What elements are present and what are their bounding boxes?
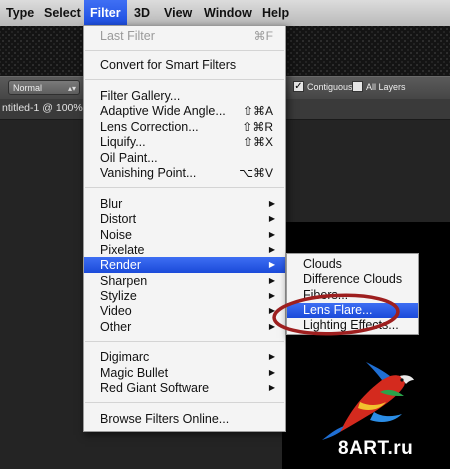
menu-separator	[85, 79, 284, 80]
menu-item-liquify[interactable]: Liquify... ⇧⌘X	[84, 134, 285, 150]
menu-separator	[85, 187, 284, 188]
submenu-item-lens-flare[interactable]: Lens Flare...	[287, 303, 418, 318]
menu-item-label: Lens Flare...	[303, 303, 373, 317]
menu-select[interactable]: Select	[38, 0, 87, 26]
menu-item-magic-bullet[interactable]: Magic Bullet ▶	[84, 365, 285, 381]
submenu-arrow-icon: ▶	[268, 276, 275, 285]
menu-item-lens-correction[interactable]: Lens Correction... ⇧⌘R	[84, 119, 285, 135]
menu-separator	[85, 402, 284, 403]
menu-3d[interactable]: 3D	[128, 0, 156, 26]
menu-item-label: Difference Clouds	[303, 272, 403, 286]
menu-item-label: Sharpen	[100, 274, 148, 288]
mode-select[interactable]: Normal ▴▾	[8, 80, 80, 95]
menu-item-red-giant-software[interactable]: Red Giant Software ▶	[84, 380, 285, 396]
submenu-arrow-icon: ▶	[268, 291, 275, 300]
menu-item-render[interactable]: Render ▶	[84, 257, 285, 273]
submenu-arrow-icon: ▶	[268, 352, 275, 361]
menu-type[interactable]: Type	[0, 0, 40, 26]
menu-item-label: Convert for Smart Filters	[100, 58, 237, 72]
menu-item-label: Noise	[100, 228, 132, 242]
menu-filter[interactable]: Filter	[84, 0, 127, 26]
menu-item-label: Red Giant Software	[100, 381, 210, 395]
menu-help[interactable]: Help	[256, 0, 295, 26]
menu-item-label: Lens Correction...	[100, 120, 199, 134]
menu-separator	[85, 50, 284, 51]
menu-item-convert-smart-filters[interactable]: Convert for Smart Filters	[84, 57, 285, 73]
menu-item-label: Oil Paint...	[100, 151, 158, 165]
menu-item-stylize[interactable]: Stylize ▶	[84, 288, 285, 304]
submenu-item-fibers[interactable]: Fibers...	[287, 288, 418, 303]
submenu-arrow-icon: ▶	[268, 199, 275, 208]
shortcut-label: ⇧⌘X	[242, 135, 273, 149]
menu-item-label: Filter Gallery...	[100, 89, 181, 103]
menu-item-label: Magic Bullet	[100, 366, 169, 380]
menu-separator	[85, 341, 284, 342]
shortcut-label: ⌘F	[253, 29, 273, 43]
menu-item-other[interactable]: Other ▶	[84, 319, 285, 335]
submenu-item-lighting-effects[interactable]: Lighting Effects...	[287, 318, 418, 333]
submenu-item-difference-clouds[interactable]: Difference Clouds	[287, 272, 418, 287]
contiguous-label: Contiguous	[307, 82, 353, 92]
menu-item-label: Browse Filters Online...	[100, 412, 230, 426]
menu-item-sharpen[interactable]: Sharpen ▶	[84, 273, 285, 289]
submenu-arrow-icon: ▶	[268, 322, 275, 331]
menu-item-label: Video	[100, 304, 132, 318]
menu-item-label: Clouds	[303, 257, 342, 271]
menu-item-label: Liquify...	[100, 135, 146, 149]
menu-item-label: Blur	[100, 197, 123, 211]
menu-item-noise[interactable]: Noise ▶	[84, 227, 285, 243]
submenu-arrow-icon: ▶	[268, 245, 275, 254]
chevron-updown-icon: ▴▾	[67, 84, 76, 93]
menu-item-label: Vanishing Point...	[100, 166, 197, 180]
all-layers-label: All Layers	[366, 82, 406, 92]
menu-item-label: Render	[100, 258, 141, 272]
menu-item-label: Digimarc	[100, 350, 150, 364]
parrot-logo-icon	[322, 362, 414, 440]
submenu-arrow-icon: ▶	[268, 214, 275, 223]
menu-item-vanishing-point[interactable]: Vanishing Point... ⌥⌘V	[84, 165, 285, 181]
shortcut-label: ⇧⌘R	[242, 120, 273, 134]
menu-item-label: Lighting Effects...	[303, 318, 399, 332]
menu-view[interactable]: View	[158, 0, 198, 26]
contiguous-checkbox[interactable]: ✓	[293, 81, 304, 92]
menu-item-browse-filters-online[interactable]: Browse Filters Online...	[84, 411, 285, 427]
submenu-arrow-icon: ▶	[268, 368, 275, 377]
menu-item-label: Other	[100, 320, 132, 334]
menu-item-label: Last Filter	[100, 29, 155, 43]
watermark-text: 8ART.ru	[338, 438, 414, 459]
mode-value: Normal	[13, 83, 43, 93]
menu-item-video[interactable]: Video ▶	[84, 303, 285, 319]
menu-item-pixelate[interactable]: Pixelate ▶	[84, 242, 285, 258]
menu-bar: Type Select Filter 3D View Window Help	[0, 0, 450, 27]
shortcut-label: ⇧⌘A	[242, 104, 273, 118]
menu-item-adaptive-wide-angle[interactable]: Adaptive Wide Angle... ⇧⌘A	[84, 103, 285, 119]
menu-window[interactable]: Window	[198, 0, 258, 26]
filter-menu: Last Filter ⌘F Convert for Smart Filters…	[83, 25, 286, 432]
menu-item-label: Distort	[100, 212, 137, 226]
render-submenu: Clouds Difference Clouds Fibers... Lens …	[286, 253, 419, 335]
menu-item-label: Fibers...	[303, 288, 349, 302]
menu-item-distort[interactable]: Distort ▶	[84, 211, 285, 227]
menu-item-digimarc[interactable]: Digimarc ▶	[84, 349, 285, 365]
submenu-arrow-icon: ▶	[268, 306, 275, 315]
menu-item-filter-gallery[interactable]: Filter Gallery...	[84, 88, 285, 104]
submenu-arrow-icon: ▶	[268, 260, 275, 269]
submenu-arrow-icon: ▶	[268, 230, 275, 239]
menu-item-label: Pixelate	[100, 243, 145, 257]
menu-item-blur[interactable]: Blur ▶	[84, 196, 285, 212]
menu-item-label: Adaptive Wide Angle...	[100, 104, 226, 118]
submenu-item-clouds[interactable]: Clouds	[287, 257, 418, 272]
menu-item-label: Stylize	[100, 289, 137, 303]
submenu-arrow-icon: ▶	[268, 383, 275, 392]
all-layers-checkbox[interactable]	[352, 81, 363, 92]
shortcut-label: ⌥⌘V	[239, 166, 273, 180]
menu-item-last-filter: Last Filter ⌘F	[84, 28, 285, 44]
menu-item-oil-paint[interactable]: Oil Paint...	[84, 150, 285, 166]
